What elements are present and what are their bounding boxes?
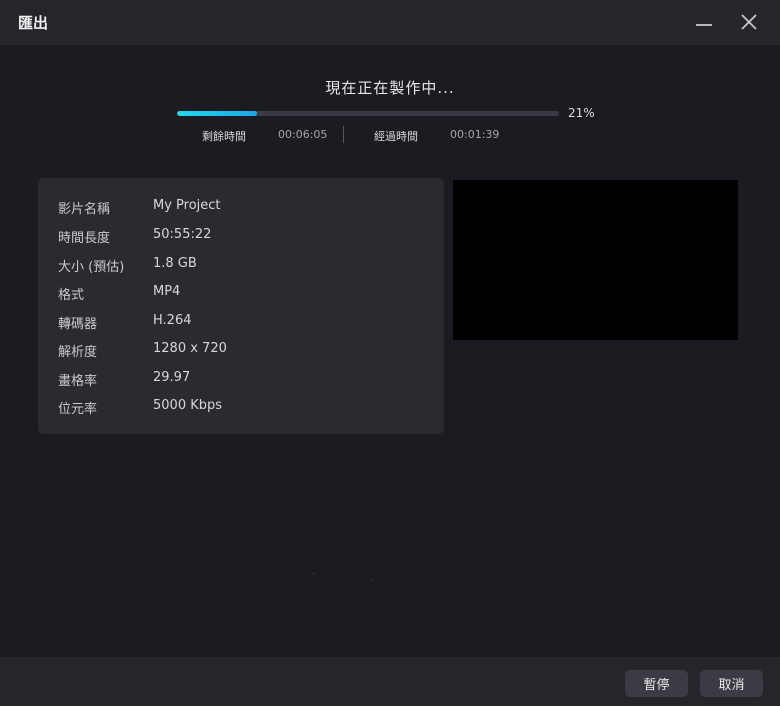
- info-key: 位元率: [58, 402, 98, 417]
- info-value: 5000 Kbps: [153, 398, 223, 413]
- project-info-panel: 影片名稱 My Project 時間長度 50:55:22 大小 (預估) 1.…: [38, 178, 444, 434]
- info-key: 格式: [58, 288, 85, 303]
- export-progress-bar: [177, 111, 559, 116]
- info-key: 畫格率: [58, 374, 98, 389]
- close-button[interactable]: [735, 8, 763, 36]
- info-value: 1280 x 720: [153, 341, 227, 356]
- info-key: 影片名稱: [58, 202, 111, 217]
- info-value: H.264: [153, 313, 192, 328]
- close-icon: [741, 14, 757, 30]
- info-key: 轉碼器: [58, 317, 98, 332]
- info-key: 大小 (預估): [58, 260, 125, 275]
- cancel-button[interactable]: 取消: [700, 670, 763, 697]
- video-preview: [453, 180, 738, 340]
- progress-percent: 21%: [568, 106, 595, 120]
- remaining-time-value: 00:06:05: [278, 128, 328, 141]
- artifact-dot: [372, 579, 373, 580]
- info-value: 1.8 GB: [153, 256, 197, 271]
- info-value: 29.97: [153, 370, 191, 385]
- minimize-button[interactable]: [690, 8, 718, 36]
- elapsed-time-label: 經過時間: [374, 130, 418, 143]
- artifact-dot: [313, 573, 314, 574]
- remaining-time-label: 剩餘時間: [202, 130, 246, 143]
- info-value: 50:55:22: [153, 227, 212, 242]
- pause-button[interactable]: 暫停: [625, 670, 688, 697]
- info-key: 解析度: [58, 345, 98, 360]
- info-key: 時間長度: [58, 231, 111, 246]
- minimize-icon: [696, 24, 712, 26]
- export-progress-fill: [177, 111, 258, 116]
- info-value: MP4: [153, 284, 181, 299]
- export-status-title: 現在正在製作中...: [325, 79, 455, 97]
- info-value: My Project: [153, 198, 221, 213]
- title-bar: 匯出: [0, 0, 780, 45]
- time-divider: [343, 126, 344, 143]
- elapsed-time-value: 00:01:39: [450, 128, 500, 141]
- window-title: 匯出: [18, 14, 49, 32]
